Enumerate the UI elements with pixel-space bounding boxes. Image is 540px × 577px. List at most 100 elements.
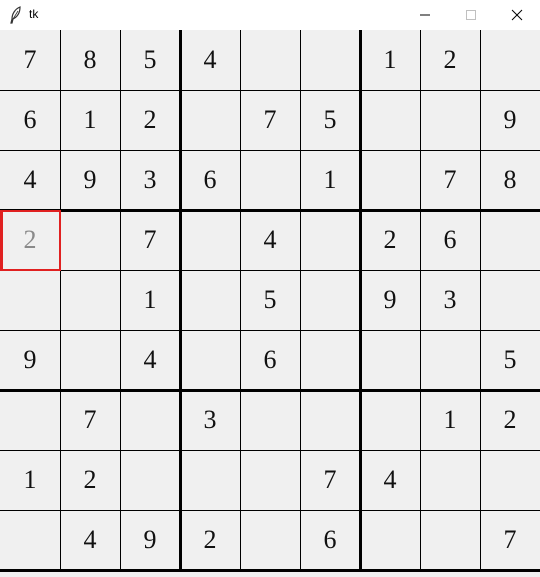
feather-icon — [10, 6, 21, 24]
sudoku-cell-r5-c1[interactable] — [0, 270, 60, 330]
minimize-icon — [420, 14, 430, 16]
sudoku-cell-r7-c7[interactable] — [360, 390, 420, 450]
sudoku-cell-r2-c8[interactable] — [420, 90, 480, 150]
grid-line-horizontal — [0, 150, 540, 151]
sudoku-cell-r9-c4[interactable]: 2 — [180, 510, 240, 570]
sudoku-cell-r8-c7[interactable]: 4 — [360, 450, 420, 510]
window-title: tk — [29, 7, 39, 21]
box-divider-vertical — [179, 30, 182, 572]
sudoku-cell-r9-c5[interactable] — [240, 510, 300, 570]
sudoku-cell-r8-c9[interactable] — [480, 450, 540, 510]
sudoku-cell-r1-c8[interactable]: 2 — [420, 30, 480, 90]
sudoku-cell-r6-c3[interactable]: 4 — [120, 330, 180, 390]
sudoku-cell-r8-c8[interactable] — [420, 450, 480, 510]
sudoku-cell-r9-c7[interactable] — [360, 510, 420, 570]
sudoku-cell-r5-c5[interactable]: 5 — [240, 270, 300, 330]
sudoku-cell-r2-c7[interactable] — [360, 90, 420, 150]
box-divider-vertical — [359, 30, 362, 572]
sudoku-cell-r3-c6[interactable]: 1 — [300, 150, 360, 210]
sudoku-cell-r8-c4[interactable] — [180, 450, 240, 510]
sudoku-cell-r4-c9[interactable] — [480, 210, 540, 270]
selected-cell-highlight — [0, 210, 61, 271]
grid-line-horizontal — [0, 90, 540, 91]
sudoku-cell-r4-c2[interactable] — [60, 210, 120, 270]
sudoku-cell-r6-c4[interactable] — [180, 330, 240, 390]
sudoku-cell-r7-c8[interactable]: 1 — [420, 390, 480, 450]
sudoku-cell-r1-c5[interactable] — [240, 30, 300, 90]
sudoku-cell-r4-c6[interactable] — [300, 210, 360, 270]
grid-line-horizontal — [0, 270, 540, 271]
bottom-strip — [0, 572, 540, 577]
sudoku-cell-r6-c8[interactable] — [420, 330, 480, 390]
sudoku-cell-r7-c2[interactable]: 7 — [60, 390, 120, 450]
sudoku-cell-r3-c4[interactable]: 6 — [180, 150, 240, 210]
sudoku-cell-r2-c1[interactable]: 6 — [0, 90, 60, 150]
sudoku-cell-r9-c3[interactable]: 9 — [120, 510, 180, 570]
sudoku-cell-r6-c5[interactable]: 6 — [240, 330, 300, 390]
sudoku-cell-r1-c9[interactable] — [480, 30, 540, 90]
sudoku-cell-r6-c9[interactable]: 5 — [480, 330, 540, 390]
sudoku-cell-r6-c2[interactable] — [60, 330, 120, 390]
sudoku-cell-r6-c6[interactable] — [300, 330, 360, 390]
close-icon — [511, 9, 523, 21]
sudoku-cell-r2-c9[interactable]: 9 — [480, 90, 540, 150]
sudoku-cell-r5-c8[interactable]: 3 — [420, 270, 480, 330]
sudoku-cell-r1-c3[interactable]: 5 — [120, 30, 180, 90]
sudoku-cell-r5-c3[interactable]: 1 — [120, 270, 180, 330]
sudoku-cell-r8-c1[interactable]: 1 — [0, 450, 60, 510]
sudoku-cell-r8-c5[interactable] — [240, 450, 300, 510]
sudoku-cell-r3-c3[interactable]: 3 — [120, 150, 180, 210]
minimize-button[interactable] — [402, 0, 448, 30]
sudoku-cell-r9-c1[interactable] — [0, 510, 60, 570]
sudoku-cell-r7-c4[interactable]: 3 — [180, 390, 240, 450]
sudoku-cell-r8-c2[interactable]: 2 — [60, 450, 120, 510]
sudoku-cell-r5-c7[interactable]: 9 — [360, 270, 420, 330]
sudoku-cell-r3-c7[interactable] — [360, 150, 420, 210]
title-bar: tk — [0, 0, 540, 30]
sudoku-cell-r5-c2[interactable] — [60, 270, 120, 330]
sudoku-cell-r6-c7[interactable] — [360, 330, 420, 390]
sudoku-cell-r7-c3[interactable] — [120, 390, 180, 450]
sudoku-cell-r4-c5[interactable]: 4 — [240, 210, 300, 270]
sudoku-cell-r2-c3[interactable]: 2 — [120, 90, 180, 150]
sudoku-cell-r7-c1[interactable] — [0, 390, 60, 450]
sudoku-cell-r9-c9[interactable]: 7 — [480, 510, 540, 570]
close-button[interactable] — [494, 0, 540, 30]
sudoku-cell-r2-c5[interactable]: 7 — [240, 90, 300, 150]
sudoku-cell-r9-c6[interactable]: 6 — [300, 510, 360, 570]
sudoku-cell-r8-c6[interactable]: 7 — [300, 450, 360, 510]
sudoku-cell-r2-c2[interactable]: 1 — [60, 90, 120, 150]
sudoku-cell-r1-c7[interactable]: 1 — [360, 30, 420, 90]
sudoku-cell-r2-c4[interactable] — [180, 90, 240, 150]
sudoku-cell-r7-c9[interactable]: 2 — [480, 390, 540, 450]
sudoku-cell-r1-c6[interactable] — [300, 30, 360, 90]
sudoku-cell-r3-c8[interactable]: 7 — [420, 150, 480, 210]
sudoku-cell-r5-c9[interactable] — [480, 270, 540, 330]
sudoku-cell-r9-c2[interactable]: 4 — [60, 510, 120, 570]
sudoku-cell-r4-c8[interactable]: 6 — [420, 210, 480, 270]
sudoku-cell-r4-c3[interactable]: 7 — [120, 210, 180, 270]
grid-line-horizontal — [0, 450, 540, 451]
sudoku-cell-r8-c3[interactable] — [120, 450, 180, 510]
sudoku-cell-r1-c4[interactable]: 4 — [180, 30, 240, 90]
sudoku-cell-r4-c7[interactable]: 2 — [360, 210, 420, 270]
sudoku-cell-r3-c1[interactable]: 4 — [0, 150, 60, 210]
sudoku-cell-r6-c1[interactable]: 9 — [0, 330, 60, 390]
sudoku-cell-r9-c8[interactable] — [420, 510, 480, 570]
grid-line-horizontal — [0, 510, 540, 511]
sudoku-cell-r1-c1[interactable]: 7 — [0, 30, 60, 90]
sudoku-cell-r5-c4[interactable] — [180, 270, 240, 330]
sudoku-cell-r1-c2[interactable]: 8 — [60, 30, 120, 90]
sudoku-cell-r7-c6[interactable] — [300, 390, 360, 450]
sudoku-cell-r3-c9[interactable]: 8 — [480, 150, 540, 210]
sudoku-cell-r2-c6[interactable]: 5 — [300, 90, 360, 150]
sudoku-board: 7854126127594936178274261593946573121274… — [0, 30, 540, 572]
sudoku-cell-r3-c2[interactable]: 9 — [60, 150, 120, 210]
grid-line-vertical — [300, 30, 301, 572]
sudoku-cell-r7-c5[interactable] — [240, 390, 300, 450]
sudoku-cell-r5-c6[interactable] — [300, 270, 360, 330]
sudoku-cell-r3-c5[interactable] — [240, 150, 300, 210]
grid-line-vertical — [60, 30, 61, 572]
maximize-button[interactable] — [448, 0, 494, 30]
sudoku-cell-r4-c4[interactable] — [180, 210, 240, 270]
